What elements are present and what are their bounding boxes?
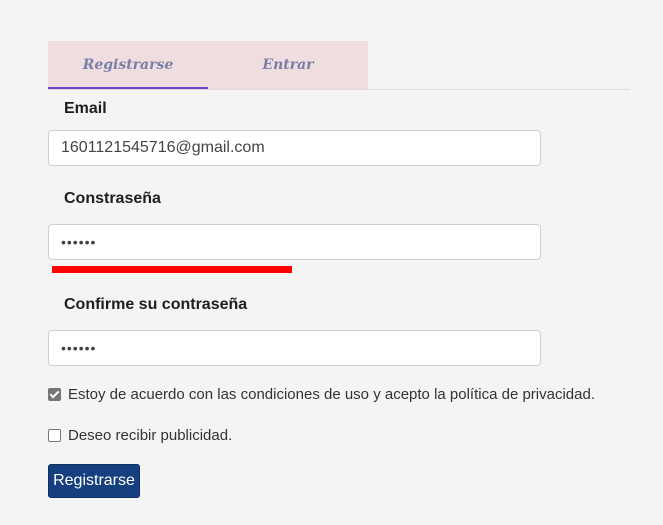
- terms-row: Estoy de acuerdo con las condiciones de …: [48, 386, 595, 403]
- tab-register[interactable]: Registrarse: [48, 41, 208, 89]
- auth-tabs: Registrarse Entrar: [48, 41, 630, 90]
- terms-label: Estoy de acuerdo con las condiciones de …: [68, 386, 595, 403]
- confirm-password-label: Confirme su contraseña: [64, 296, 248, 313]
- tab-login[interactable]: Entrar: [208, 41, 368, 89]
- email-label: Email: [64, 100, 107, 117]
- ads-label: Deseo recibir publicidad.: [68, 427, 233, 444]
- password-error-indicator: [52, 266, 292, 273]
- register-button[interactable]: Registrarse: [48, 464, 140, 498]
- email-field[interactable]: [48, 130, 541, 166]
- password-label: Constraseña: [64, 190, 161, 207]
- ads-checkbox[interactable]: [48, 429, 61, 442]
- ads-row: Deseo recibir publicidad.: [48, 427, 232, 444]
- confirm-password-field[interactable]: [48, 330, 541, 366]
- password-field[interactable]: [48, 224, 541, 260]
- terms-checkbox[interactable]: [48, 388, 61, 401]
- registration-page: Registrarse Entrar Email Constraseña Con…: [0, 0, 663, 525]
